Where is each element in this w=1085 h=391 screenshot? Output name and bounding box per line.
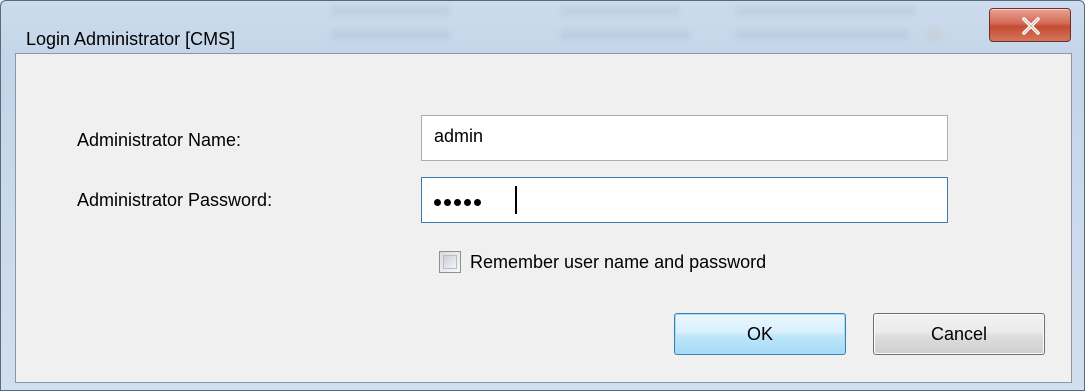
remember-checkbox[interactable]	[439, 251, 461, 273]
close-icon	[1022, 17, 1040, 35]
text-caret	[515, 186, 517, 214]
close-button[interactable]	[989, 8, 1071, 42]
administrator-name-value: admin	[434, 126, 484, 146]
ok-button[interactable]: OK	[674, 313, 846, 355]
administrator-name-field[interactable]: admin	[421, 115, 948, 161]
administrator-password-label: Administrator Password:	[77, 190, 273, 210]
cancel-button[interactable]: Cancel	[873, 313, 1045, 355]
remember-label[interactable]: Remember user name and password	[470, 252, 766, 273]
title-bar[interactable]: Login Administrator [CMS]	[1, 1, 1084, 49]
dialog-body: Administrator Name: admin Administrator …	[15, 53, 1072, 383]
administrator-password-field[interactable]	[421, 177, 948, 223]
login-dialog: Login Administrator [CMS] Administrator …	[0, 0, 1085, 391]
administrator-name-label: Administrator Name:	[77, 130, 242, 150]
window-title: Login Administrator [CMS]	[26, 29, 236, 49]
password-mask	[434, 199, 481, 206]
